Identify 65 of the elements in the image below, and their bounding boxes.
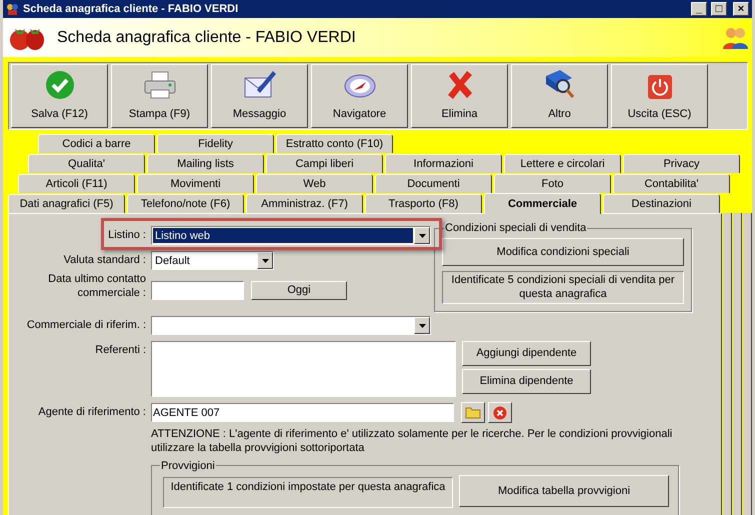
window-control-button[interactable]: × — [733, 2, 749, 16]
referenti-list[interactable] — [151, 341, 456, 397]
tab[interactable]: Contabilita' — [613, 174, 730, 193]
field-label: Data ultimo contatto commerciale : — [47, 272, 146, 300]
folder-icon — [465, 406, 481, 419]
field-label: Commerciale di riferim. : — [26, 318, 146, 333]
check-icon — [44, 70, 74, 100]
tab[interactable]: Foto — [494, 174, 611, 193]
dipendente-button[interactable]: Elimina dipendente — [462, 369, 591, 394]
toolbar-button[interactable]: Stampa (F9) — [111, 64, 208, 128]
clear-icon — [493, 406, 507, 420]
listino-dropdown[interactable]: Listino web — [151, 226, 431, 245]
tab[interactable]: Destinazioni — [603, 194, 720, 213]
tab[interactable]: Estratto conto (F10) — [276, 134, 393, 153]
tab[interactable]: Trasporto (F8) — [365, 194, 482, 213]
toolbar-button[interactable]: Messaggio — [211, 64, 308, 128]
tab[interactable]: Web — [256, 174, 373, 193]
tab[interactable]: Campi liberi — [266, 154, 383, 173]
tab[interactable]: Fidelity — [157, 134, 274, 153]
window-control-button[interactable]: □ — [711, 2, 727, 16]
warning-text: ATTENZIONE : L'agente di riferimento e' utilizzato solamente per le ricerche. Per le condizioni provvigionali utilizzare la tabella provvigioni sottoriportata — [151, 427, 674, 455]
tab[interactable]: Movimenti — [137, 174, 254, 193]
tab[interactable]: Qualita' — [28, 154, 145, 173]
toolbar-button[interactable]: Altro — [511, 64, 608, 128]
group-title: Condizioni speciali di vendita — [444, 221, 588, 235]
group-title: Provvigioni — [160, 458, 216, 474]
tab[interactable]: Codici a barre — [38, 134, 155, 153]
window-title: Scheda anagrafica cliente - FABIO VERDI — [23, 2, 240, 17]
power-icon — [646, 74, 672, 100]
modifica-provvigioni-button[interactable]: Modifica tabella provvigioni — [459, 475, 669, 507]
folder-button[interactable] — [461, 402, 485, 423]
printer-icon — [142, 70, 176, 100]
compass-icon — [342, 72, 376, 100]
tab[interactable]: Dati anagrafici (F5) — [8, 194, 125, 213]
info-box: Identificate 1 condizioni impostate per questa anagrafica — [163, 476, 453, 508]
agente-input-field[interactable]: AGENTE 007 — [151, 403, 454, 422]
modifica-condizioni-button[interactable]: Modifica condizioni speciali — [442, 238, 684, 266]
field-label: Agente di riferimento : — [37, 405, 146, 420]
tab[interactable]: Telefono/note (F6) — [127, 194, 244, 213]
dipendente-button[interactable]: Aggiungi dipendente — [462, 341, 591, 366]
tab[interactable]: Mailing lists — [147, 154, 264, 173]
tab[interactable]: Lettere e circolari — [504, 154, 621, 173]
header-title: Scheda anagrafica cliente - FABIO VERDI — [57, 28, 357, 48]
clear-button[interactable] — [488, 402, 512, 423]
toolbar-button[interactable]: Navigatore — [311, 64, 408, 128]
commerciale-dropdown[interactable] — [151, 316, 431, 335]
toolbar-button[interactable]: Salva (F12) — [11, 64, 108, 128]
date-input-field[interactable] — [151, 281, 244, 300]
field-label: Listino : — [107, 228, 146, 243]
users-icon — [722, 26, 748, 50]
oggi-button[interactable]: Oggi — [251, 281, 347, 300]
tab[interactable]: Articoli (F11) — [18, 174, 135, 193]
app-icon — [6, 2, 19, 16]
window-control-button[interactable]: _ — [691, 2, 707, 16]
tab[interactable]: Commerciale — [484, 193, 601, 214]
field-label: Referenti : — [94, 343, 146, 358]
toolbar-button[interactable]: Uscita (ESC) — [611, 64, 708, 128]
valuta-dropdown[interactable]: Default — [151, 251, 274, 270]
toolbar-button[interactable]: Elimina — [411, 64, 508, 128]
tab[interactable]: Informazioni — [385, 154, 502, 173]
tab[interactable]: Documenti — [375, 174, 492, 193]
field-label: Valuta standard : — [62, 253, 146, 268]
tab[interactable]: Amministraz. (F7) — [246, 194, 363, 213]
info-box: Identificate 5 condizioni speciali di vendita per questa anagrafica — [442, 271, 684, 304]
tab[interactable]: Privacy — [623, 154, 740, 173]
